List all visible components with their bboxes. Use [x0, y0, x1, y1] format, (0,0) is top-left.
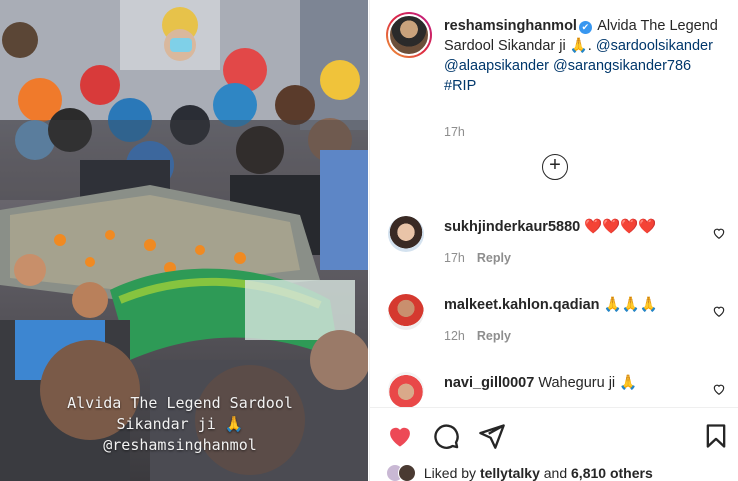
heart-outline-icon[interactable]	[712, 304, 726, 318]
commenter-avatar[interactable]	[388, 372, 424, 408]
post-actions-bar: Liked by tellytalky and 6,810 others	[370, 407, 738, 481]
comment-username[interactable]: navi_gill0007	[444, 375, 534, 391]
comment-icon[interactable]	[432, 422, 460, 450]
plus-circle-icon: +	[549, 154, 561, 176]
comment-meta: 17h Reply	[444, 251, 511, 265]
load-more-comments-button[interactable]: +	[542, 154, 568, 180]
hashtag-rip[interactable]: #RIP	[444, 78, 476, 94]
caption-timestamp[interactable]: 17h	[444, 125, 465, 139]
post-media[interactable]: Alvida The Legend Sardool Sikandar ji 🙏 …	[0, 0, 368, 481]
comment-meta: 12h Reply	[444, 329, 511, 343]
overlay-line-1: Alvida The Legend Sardool	[67, 394, 293, 412]
liked-by-summary: Liked by tellytalky and 6,810 others	[386, 464, 653, 481]
mention-sardoolsikander[interactable]: @sardoolsikander	[596, 38, 713, 54]
comment-username[interactable]: sukhjinderkaur5880	[444, 219, 580, 235]
mention-sarangsikander786[interactable]: @sarangsikander786	[553, 58, 691, 74]
heart-filled-icon[interactable]	[386, 422, 414, 450]
caption-text: reshamsinghanmol ✔ Alvida The Legend Sard…	[444, 16, 724, 96]
comment-text: ❤️❤️❤️❤️	[584, 219, 657, 235]
author-avatar[interactable]	[386, 12, 432, 58]
liked-by-connector: and	[543, 465, 568, 481]
verified-badge-icon: ✔	[578, 21, 592, 34]
liked-by-prefix: Liked by	[423, 465, 477, 481]
video-overlay-caption: Alvida The Legend Sardool Sikandar ji 🙏 …	[10, 393, 350, 456]
likes-count-link[interactable]: 6,810 others	[571, 465, 653, 481]
comment-username[interactable]: malkeet.kahlon.qadian	[444, 297, 600, 313]
overlay-line-2: Sikandar ji 🙏	[116, 415, 244, 433]
caption-text-1: Alvida The	[597, 18, 666, 34]
comment-time[interactable]: 17h	[444, 251, 465, 265]
comment-text: Waheguru ji 🙏	[538, 375, 638, 391]
commenter-avatar[interactable]	[388, 216, 424, 252]
comment-body: malkeet.kahlon.qadian 🙏🙏🙏	[444, 295, 694, 315]
author-username[interactable]: reshamsinghanmol	[444, 18, 577, 34]
comments-panel: reshamsinghanmol ✔ Alvida The Legend Sard…	[369, 0, 738, 481]
overlay-line-3: @reshamsinghanmol	[103, 436, 257, 454]
comment-time[interactable]: 12h	[444, 329, 465, 343]
liked-by-user[interactable]: tellytalky	[480, 465, 540, 481]
reply-button[interactable]: Reply	[477, 251, 511, 265]
reply-button[interactable]: Reply	[477, 329, 511, 343]
comment-text: 🙏🙏🙏	[603, 297, 658, 313]
comment-body: sukhjinderkaur5880 ❤️❤️❤️❤️	[444, 217, 694, 237]
share-icon[interactable]	[478, 422, 506, 450]
mention-alaapsikander[interactable]: @alaapsikander	[444, 58, 549, 74]
heart-outline-icon[interactable]	[712, 226, 726, 240]
heart-outline-icon[interactable]	[712, 382, 726, 396]
comment-body: navi_gill0007 Waheguru ji 🙏	[444, 373, 694, 393]
liker-avatar-2[interactable]	[398, 464, 416, 481]
bookmark-icon[interactable]	[702, 422, 730, 450]
commenter-avatar[interactable]	[388, 294, 424, 330]
